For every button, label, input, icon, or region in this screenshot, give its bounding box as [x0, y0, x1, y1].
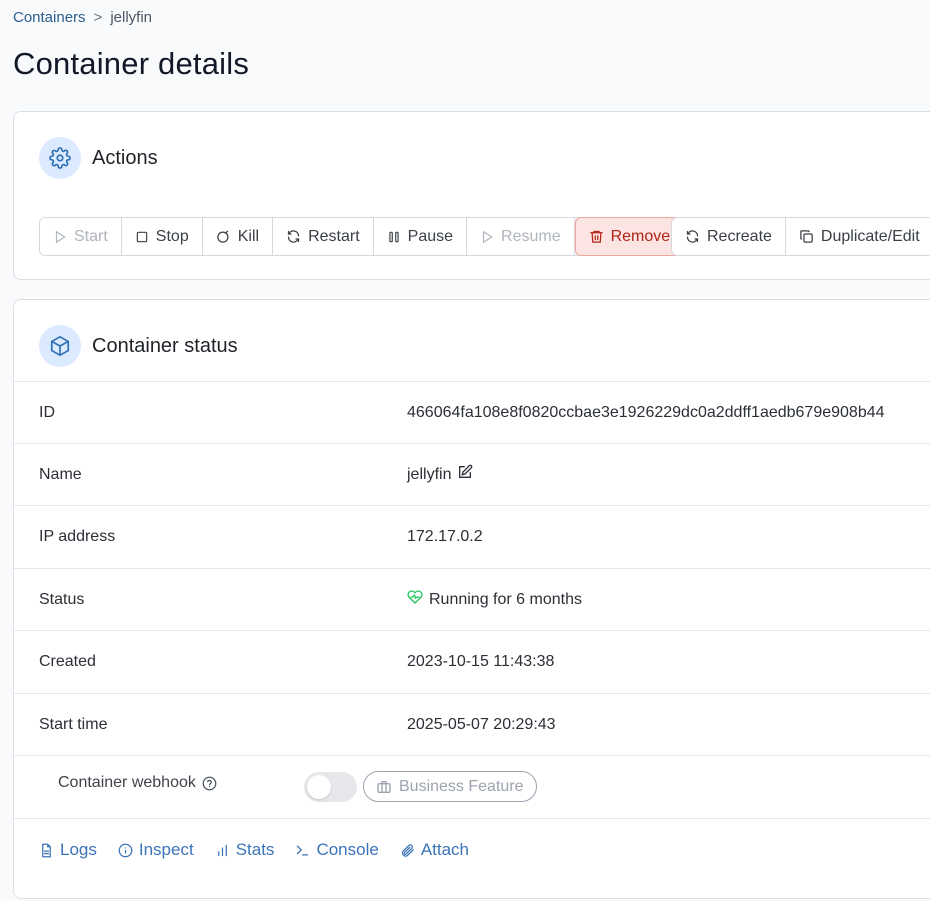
page-title: Container details [13, 46, 250, 81]
logs-link-label: Logs [60, 840, 97, 859]
play-icon [482, 230, 493, 243]
play-icon [55, 230, 66, 243]
breadcrumb: Containers > jellyfin [13, 9, 152, 26]
heartbeat-icon [407, 590, 423, 604]
breadcrumb-separator: > [93, 9, 103, 26]
paperclip-icon [401, 843, 414, 857]
links-row: Logs Inspect Stats Console Attach [14, 818, 930, 901]
created-label: Created [39, 653, 96, 670]
breadcrumb-current: jellyfin [110, 9, 152, 26]
square-icon [136, 231, 148, 242]
restart-button[interactable]: Restart [273, 218, 374, 255]
inspect-link[interactable]: Inspect [118, 840, 194, 860]
refresh-icon [686, 230, 699, 243]
attach-link-label: Attach [420, 840, 470, 859]
duplicate-edit-button-label: Duplicate/Edit [820, 227, 920, 245]
toggle-knob [307, 775, 331, 799]
id-value: 466064fa108e8f0820ccbae3e1926229dc0a2ddf… [407, 404, 885, 421]
briefcase-icon [377, 780, 391, 793]
detail-row-ip: IP address 172.17.0.2 [14, 505, 930, 568]
recreate-button[interactable]: Recreate [672, 218, 786, 255]
remove-button[interactable]: Remove [574, 217, 685, 256]
secondary-button-group: Recreate Duplicate/Edit [671, 217, 930, 256]
lifecycle-button-group: Start Stop Kill Restart Pause Resume Rem… [39, 217, 685, 256]
start-button-label: Start [74, 227, 108, 245]
created-value: 2023-10-15 11:43:38 [407, 653, 555, 670]
status-value: Running for 6 months [429, 591, 582, 608]
detail-row-status: Status Running for 6 months [14, 568, 930, 631]
kill-button[interactable]: Kill [202, 218, 274, 255]
pause-icon [388, 231, 399, 242]
start-time-value: 2025-05-07 20:29:43 [407, 716, 556, 733]
detail-row-name: Name jellyfin [14, 443, 930, 506]
name-value-wrap: jellyfin [407, 464, 473, 484]
pause-button-label: Pause [407, 227, 454, 245]
business-feature-label: Business Feature [399, 777, 524, 795]
name-value: jellyfin [407, 466, 452, 483]
business-feature-badge[interactable]: Business Feature [363, 771, 537, 802]
stop-button-label: Stop [155, 227, 189, 245]
console-link-label: Console [316, 840, 379, 859]
logs-link[interactable]: Logs [39, 840, 97, 860]
gear-icon [39, 137, 81, 179]
inspect-link-label: Inspect [138, 840, 194, 859]
edit-icon[interactable] [457, 464, 473, 480]
container-links: Logs Inspect Stats Console Attach [39, 840, 469, 860]
resume-button-label: Resume [501, 227, 561, 245]
detail-row-id: ID 466064fa108e8f0820ccbae3e1926229dc0a2… [14, 381, 930, 444]
webhook-toggle[interactable] [304, 772, 357, 802]
bomb-icon [216, 230, 229, 243]
stats-link[interactable]: Stats [215, 840, 275, 860]
detail-row-start-time: Start time 2025-05-07 20:29:43 [14, 693, 930, 756]
remove-button-label: Remove [610, 227, 671, 245]
file-text-icon [42, 843, 51, 857]
actions-card: Actions Start Stop Kill Restart Pause Re… [13, 111, 930, 280]
id-label: ID [39, 404, 55, 421]
status-value-wrap: Running for 6 months [407, 590, 582, 609]
attach-link[interactable]: Attach [400, 840, 469, 860]
stop-button[interactable]: Stop [121, 218, 203, 255]
ip-value: 172.17.0.2 [407, 528, 483, 545]
status-title: Container status [92, 334, 238, 357]
start-button[interactable]: Start [40, 218, 122, 255]
trash-icon [589, 230, 603, 243]
restart-button-label: Restart [308, 227, 360, 245]
terminal-icon [297, 845, 309, 855]
webhook-label-wrap: Container webhook [58, 774, 217, 792]
container-status-card: Container status ID 466064fa108e8f0820cc… [13, 299, 930, 899]
detail-row-created: Created 2023-10-15 11:43:38 [14, 630, 930, 693]
info-icon [118, 843, 133, 857]
ip-label: IP address [39, 528, 116, 545]
status-header: Container status [39, 325, 238, 367]
breadcrumb-containers-link[interactable]: Containers [13, 9, 86, 26]
copy-icon [800, 230, 813, 243]
console-link[interactable]: Console [295, 840, 379, 860]
actions-title: Actions [92, 146, 158, 169]
box-icon [39, 325, 81, 367]
name-label: Name [39, 466, 82, 483]
recreate-button-label: Recreate [707, 227, 772, 245]
kill-button-label: Kill [237, 227, 260, 245]
bar-chart-icon [217, 844, 227, 856]
resume-button[interactable]: Resume [467, 218, 575, 255]
start-time-label: Start time [39, 716, 108, 733]
stats-link-label: Stats [235, 840, 275, 859]
help-icon[interactable] [202, 776, 217, 791]
webhook-row: Container webhook Business Feature [14, 755, 930, 818]
actions-header: Actions [39, 137, 158, 179]
webhook-label: Container webhook [58, 774, 196, 791]
duplicate-edit-button[interactable]: Duplicate/Edit [785, 218, 930, 255]
status-label: Status [39, 591, 85, 608]
pause-button[interactable]: Pause [373, 218, 468, 255]
refresh-icon [287, 230, 300, 243]
